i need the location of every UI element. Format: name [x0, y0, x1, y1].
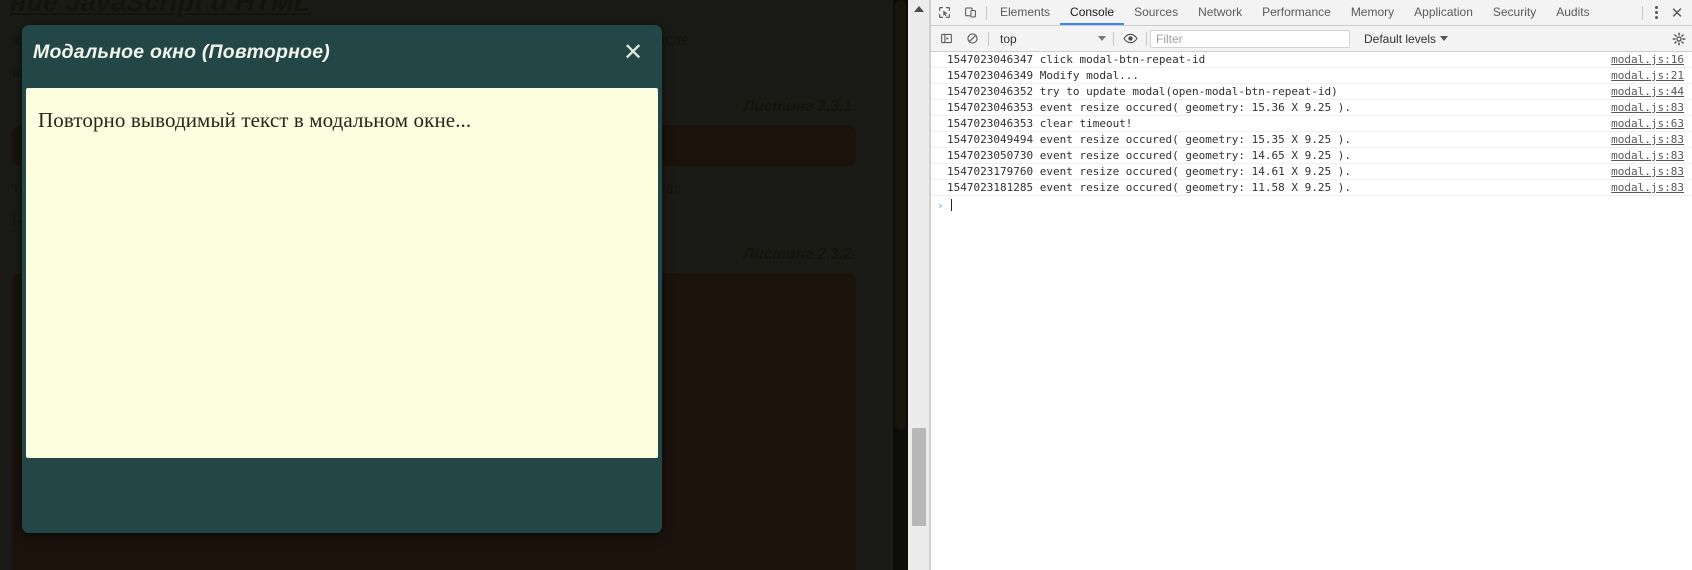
console-log-row[interactable]: 1547023050730 event resize occured( geom… — [931, 148, 1692, 164]
page-heading: ние JavaScript и HTML — [10, 0, 311, 17]
console-log-source-link[interactable]: modal.js:16 — [1611, 53, 1692, 66]
console-log-source-link[interactable]: modal.js:83 — [1611, 181, 1692, 194]
console-log-row[interactable]: 1547023181285 event resize occured( geom… — [931, 180, 1692, 196]
tab-memory[interactable]: Memory — [1341, 0, 1404, 25]
tab-console[interactable]: Console — [1060, 0, 1125, 25]
console-log-row[interactable]: 1547023179760 event resize occured( geom… — [931, 164, 1692, 180]
modal-footer — [22, 458, 662, 533]
log-levels-label: Default levels — [1364, 31, 1437, 46]
toolbar-divider — [1146, 31, 1147, 46]
modal-header: Модальное окно (Повторное) ✕ — [22, 25, 662, 88]
console-log-message: 1547023046353 clear timeout! — [947, 117, 1133, 130]
devtools-tabbar: Elements Console Sources Network Perform… — [931, 0, 1692, 26]
tab-sources[interactable]: Sources — [1124, 0, 1188, 25]
console-log-message: 1547023181285 event resize occured( geom… — [947, 181, 1351, 194]
console-log-message: 1547023046352 try to update modal(open-m… — [947, 85, 1338, 98]
page-scrollbar[interactable] — [893, 0, 908, 570]
modal-body-text: Повторно выводимый текст в модальном окн… — [38, 108, 472, 132]
tab-elements[interactable]: Elements — [990, 0, 1060, 25]
console-log-source-link[interactable]: modal.js:21 — [1611, 69, 1692, 82]
devtools-tabbar-actions: ✕ — [1639, 0, 1692, 25]
console-toolbar: top Default levels — [931, 26, 1692, 52]
console-log-row[interactable]: 1547023046352 try to update modal(open-m… — [931, 84, 1692, 100]
close-icon[interactable]: ✕ — [618, 37, 648, 67]
screen-root: ние JavaScript и HTML кнопки, нажатие на… — [0, 0, 1692, 570]
device-toolbar-glyph — [964, 7, 976, 18]
devtools-dock-strip[interactable] — [908, 0, 930, 570]
tab-audits[interactable]: Audits — [1546, 0, 1599, 25]
log-levels-dropdown[interactable]: Default levels — [1364, 31, 1449, 46]
console-log-list[interactable]: 1547023046347 click modal-btn-repeat-id … — [931, 52, 1692, 570]
toolbar-divider — [986, 5, 987, 20]
tab-application[interactable]: Application — [1404, 0, 1483, 25]
toolbar-divider — [1113, 31, 1114, 46]
console-log-source-link[interactable]: modal.js:63 — [1611, 117, 1692, 130]
tab-performance[interactable]: Performance — [1252, 0, 1341, 25]
console-prompt[interactable]: › — [931, 196, 1692, 214]
page-under-test: ние JavaScript и HTML кнопки, нажатие на… — [0, 0, 930, 570]
console-log-source-link[interactable]: modal.js:83 — [1611, 101, 1692, 114]
kebab-dot — [1654, 6, 1658, 9]
execution-context-value: top — [1000, 31, 1017, 46]
modal-dialog: Модальное окно (Повторное) ✕ Повторно вы… — [22, 25, 662, 533]
console-sidebar-icon[interactable] — [933, 32, 959, 45]
clear-console-icon[interactable] — [959, 32, 985, 45]
eye-glyph — [1122, 33, 1138, 44]
console-log-row[interactable]: 1547023046347 click modal-btn-repeat-id … — [931, 52, 1692, 68]
chevron-down-icon — [1440, 36, 1449, 41]
more-options-icon[interactable] — [1646, 3, 1666, 23]
toolbar-divider — [988, 31, 989, 46]
console-log-message: 1547023046347 click modal-btn-repeat-id — [947, 53, 1206, 66]
gear-glyph — [1672, 32, 1686, 45]
console-filter-input[interactable] — [1150, 29, 1350, 48]
inspect-element-icon[interactable] — [931, 0, 957, 25]
inspect-element-glyph — [938, 7, 950, 18]
console-log-row[interactable]: 1547023046353 event resize occured( geom… — [931, 100, 1692, 116]
console-log-row[interactable]: 1547023049494 event resize occured( geom… — [931, 132, 1692, 148]
devtools-panel: Elements Console Sources Network Perform… — [930, 0, 1692, 570]
execution-context-select[interactable]: top — [992, 30, 1110, 48]
console-log-source-link[interactable]: modal.js:83 — [1611, 149, 1692, 162]
scroll-up-arrow-icon[interactable] — [914, 6, 924, 12]
chevron-down-icon — [1098, 36, 1106, 41]
console-log-message: 1547023050730 event resize occured( geom… — [947, 149, 1351, 162]
console-log-source-link[interactable]: modal.js:83 — [1611, 165, 1692, 178]
console-log-source-link[interactable]: modal.js:44 — [1611, 85, 1692, 98]
close-devtools-icon[interactable]: ✕ — [1666, 3, 1688, 23]
console-log-row[interactable]: 1547023046353 clear timeout! modal.js:63 — [931, 116, 1692, 132]
tab-security[interactable]: Security — [1483, 0, 1546, 25]
dock-scrollbar-thumb[interactable] — [912, 428, 926, 526]
console-log-message: 1547023046349 Modify modal... — [947, 69, 1140, 82]
console-log-source-link[interactable]: modal.js:83 — [1611, 133, 1692, 146]
modal-title: Модальное окно (Повторное) — [33, 41, 330, 63]
prompt-caret — [950, 199, 952, 211]
kebab-dot — [1654, 16, 1658, 19]
gear-icon[interactable] — [1672, 32, 1686, 46]
kebab-dot — [1654, 11, 1658, 14]
console-log-message: 1547023179760 event resize occured( geom… — [947, 165, 1351, 178]
live-expression-icon[interactable] — [1117, 32, 1143, 45]
console-sidebar-glyph — [940, 33, 952, 44]
clear-console-glyph — [966, 33, 978, 44]
prompt-arrow-icon: › — [937, 198, 944, 212]
device-toolbar-icon[interactable] — [957, 0, 983, 25]
console-log-message: 1547023046353 event resize occured( geom… — [947, 101, 1351, 114]
console-log-message: 1547023049494 event resize occured( geom… — [947, 133, 1351, 146]
modal-body: Повторно выводимый текст в модальном окн… — [26, 88, 658, 458]
tab-network[interactable]: Network — [1188, 0, 1252, 25]
toolbar-divider — [1642, 5, 1643, 20]
page-scrollbar-thumb[interactable] — [895, 0, 906, 430]
console-log-row[interactable]: 1547023046349 Modify modal... modal.js:2… — [931, 68, 1692, 84]
